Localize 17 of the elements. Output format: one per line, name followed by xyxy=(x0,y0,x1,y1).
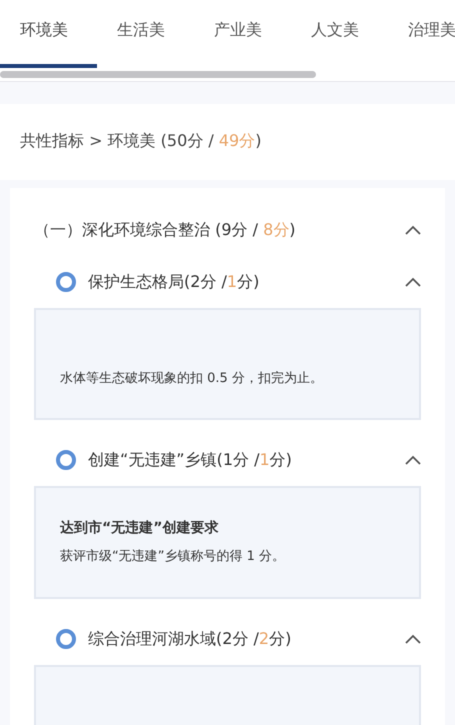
tab[interactable]: 产业美 xyxy=(194,0,291,68)
chevron-up-icon[interactable] xyxy=(405,225,421,235)
criteria-text: 获评市级“无违建”乡镇称号的得 1 分。 xyxy=(60,548,286,566)
item-title: 创建“无违建”乡镇(1分 /1分) xyxy=(88,449,292,471)
section-title: （一）深化环境综合整治 (9分 / 8分) xyxy=(34,219,296,241)
item-title: 综合治理河湖水域(2分 /2分) xyxy=(88,628,292,650)
item-title: 保护生态格局(2分 /1分) xyxy=(88,271,260,293)
scrollbar-thumb[interactable] xyxy=(0,71,316,78)
tab[interactable]: 人文美 xyxy=(291,0,388,68)
tab[interactable]: 治理美 xyxy=(388,0,455,68)
chevron-up-icon[interactable] xyxy=(405,455,421,465)
criteria-text: 水体等生态破坏现象的扣 0.5 分，扣完为止。 xyxy=(60,370,324,388)
criteria-heading: 达到市“无违建”创建要求 xyxy=(60,518,220,538)
chevron-up-icon[interactable] xyxy=(405,634,421,644)
tab[interactable]: 生活美 xyxy=(97,0,194,68)
chevron-up-icon[interactable] xyxy=(405,277,421,287)
breadcrumb: 共性指标 > 环境美 (50分 / 49分) xyxy=(20,131,262,150)
